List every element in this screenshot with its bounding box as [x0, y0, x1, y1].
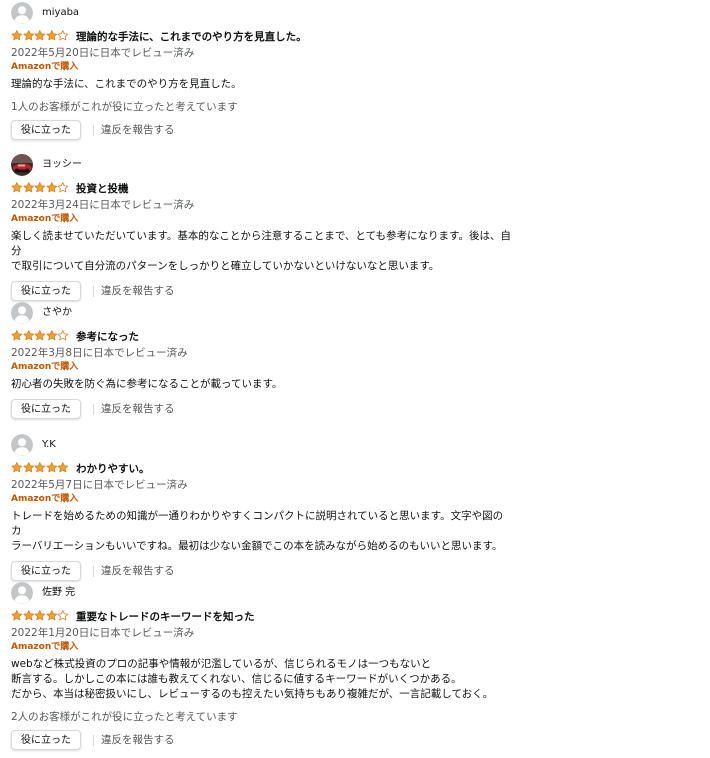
review-actions: 役に立った 違反を報告する [11, 281, 701, 303]
default-avatar-icon[interactable] [11, 582, 33, 604]
report-abuse-link[interactable]: 違反を報告する [101, 402, 175, 416]
review-actions: 役に立った 違反を報告する [11, 561, 701, 583]
star-filled-icon [11, 30, 23, 41]
star-filled-icon [23, 330, 35, 341]
review-body: webなど株式投資のプロの記事や情報が氾濫しているが、信じられるモノは一つもない… [11, 658, 494, 700]
reviewer-name[interactable]: miyaba [42, 6, 79, 20]
reviewer-photo-avatar[interactable] [11, 154, 33, 176]
star-filled-icon [11, 330, 23, 341]
star-rating[interactable] [11, 610, 69, 621]
reviewer-name[interactable]: 佐野 完 [42, 586, 75, 600]
helpful-button[interactable]: 役に立った [11, 399, 81, 419]
review-body: 理論的な手法に、これまでのやり方を見直した。 [11, 78, 242, 90]
review-card: さやか 参考になった 2022年3月8日に日本でレビュー済み Amazonで購入初心者… [11, 302, 701, 421]
star-filled-icon [23, 182, 35, 193]
action-divider [93, 125, 94, 136]
helpful-button[interactable]: 役に立った [11, 561, 81, 581]
star-empty-icon [57, 30, 69, 41]
review-title[interactable]: 重要なトレードのキーワードを知った [76, 610, 255, 624]
review-title-row: 参考になった [11, 329, 701, 345]
reviewer-profile: 佐野 完 [11, 582, 701, 604]
star-filled-icon [23, 30, 35, 41]
star-filled-icon [11, 462, 23, 473]
reviewer-name[interactable]: Y.K [42, 438, 56, 452]
review-date: 2022年5月20日に日本でレビュー済み [11, 47, 195, 59]
star-filled-icon [34, 610, 46, 621]
review-title-row: わかりやすい。 [11, 461, 701, 477]
verified-purchase-badge: Amazonで購入 [11, 494, 79, 504]
star-filled-icon [23, 462, 35, 473]
star-rating[interactable] [11, 330, 69, 341]
review-card: ヨッシー投資と投機 2022年3月24日に日本でレビュー済み Amazonで購入楽し… [11, 154, 701, 303]
review-actions: 役に立った 違反を報告する [11, 120, 701, 142]
star-filled-icon [34, 30, 46, 41]
report-abuse-link[interactable]: 違反を報告する [101, 123, 175, 137]
star-empty-icon [57, 610, 69, 621]
star-filled-icon [34, 330, 46, 341]
review-date: 2022年3月8日に日本でレビュー済み [11, 347, 188, 359]
star-filled-icon [57, 462, 69, 473]
review-title[interactable]: 参考になった [76, 330, 139, 344]
star-filled-icon [46, 30, 58, 41]
star-filled-icon [23, 610, 35, 621]
star-rating[interactable] [11, 30, 69, 41]
review-actions: 役に立った 違反を報告する [11, 399, 701, 421]
review-title[interactable]: わかりやすい。 [76, 462, 150, 476]
review-body: トレードを始めるための知識が一通りわかりやすくコンパクトに説明されていると思いま… [11, 510, 504, 552]
review-card: 佐野 完重要なトレードのキーワードを知った 2022年1月20日に日本でレビュー済… [11, 582, 701, 752]
review-body: 楽しく読ませていただいています。基本的なことから注意することまで、とても参考にな… [11, 230, 512, 272]
star-rating[interactable] [11, 182, 69, 193]
star-empty-icon [57, 330, 69, 341]
reviewer-profile: miyaba [11, 2, 701, 24]
star-filled-icon [11, 182, 23, 193]
star-filled-icon [46, 182, 58, 193]
review-title-row: 重要なトレードのキーワードを知った [11, 609, 701, 625]
review-card: Y.K わかりやすい。 2022年5月7日に日本でレビュー済み Amazonで購入トレ… [11, 434, 701, 583]
reviewer-profile: Y.K [11, 434, 701, 456]
verified-purchase-badge: Amazonで購入 [11, 642, 79, 652]
verified-purchase-badge: Amazonで購入 [11, 362, 79, 372]
default-avatar-icon[interactable] [11, 302, 33, 324]
report-abuse-link[interactable]: 違反を報告する [101, 564, 175, 578]
review-body: 初心者の失敗を防ぐ為に参考になることが載っています。 [11, 378, 283, 390]
star-filled-icon [34, 182, 46, 193]
report-abuse-link[interactable]: 違反を報告する [101, 733, 175, 747]
review-title-row: 投資と投機 [11, 181, 701, 197]
action-divider [93, 286, 94, 297]
review-title-row: 理論的な手法に、これまでのやり方を見直した。 [11, 29, 701, 45]
star-rating[interactable] [11, 462, 69, 473]
helpful-button[interactable]: 役に立った [11, 120, 81, 140]
reviewer-profile: さやか [11, 302, 701, 324]
star-filled-icon [46, 462, 58, 473]
reviewer-name[interactable]: ヨッシー [42, 158, 82, 172]
report-abuse-link[interactable]: 違反を報告する [101, 284, 175, 298]
star-filled-icon [11, 610, 23, 621]
helpful-button[interactable]: 役に立った [11, 281, 81, 301]
review-date: 2022年3月24日に日本でレビュー済み [11, 199, 195, 211]
default-avatar-icon[interactable] [11, 2, 33, 24]
star-filled-icon [46, 610, 58, 621]
action-divider [93, 404, 94, 415]
star-filled-icon [46, 330, 58, 341]
review-date: 2022年1月20日に日本でレビュー済み [11, 627, 195, 639]
star-empty-icon [57, 182, 69, 193]
verified-purchase-badge: Amazonで購入 [11, 62, 79, 72]
star-filled-icon [34, 462, 46, 473]
action-divider [93, 735, 94, 746]
helpful-button[interactable]: 役に立った [11, 730, 81, 750]
helpful-vote-count: 1人のお客様がこれが役に立ったと考えています [11, 101, 238, 113]
reviewer-name[interactable]: さやか [42, 306, 72, 320]
review-card: miyaba 理論的な手法に、これまでのやり方を見直した。 2022年5月20日に日… [11, 2, 701, 142]
verified-purchase-badge: Amazonで購入 [11, 214, 79, 224]
reviewer-profile: ヨッシー [11, 154, 701, 176]
action-divider [93, 566, 94, 577]
review-title[interactable]: 理論的な手法に、これまでのやり方を見直した。 [76, 30, 307, 44]
review-actions: 役に立った 違反を報告する [11, 730, 701, 752]
review-title[interactable]: 投資と投機 [76, 182, 129, 196]
helpful-vote-count: 2人のお客様がこれが役に立ったと考えています [11, 711, 238, 723]
review-date: 2022年5月7日に日本でレビュー済み [11, 479, 188, 491]
default-avatar-icon[interactable] [11, 434, 33, 456]
